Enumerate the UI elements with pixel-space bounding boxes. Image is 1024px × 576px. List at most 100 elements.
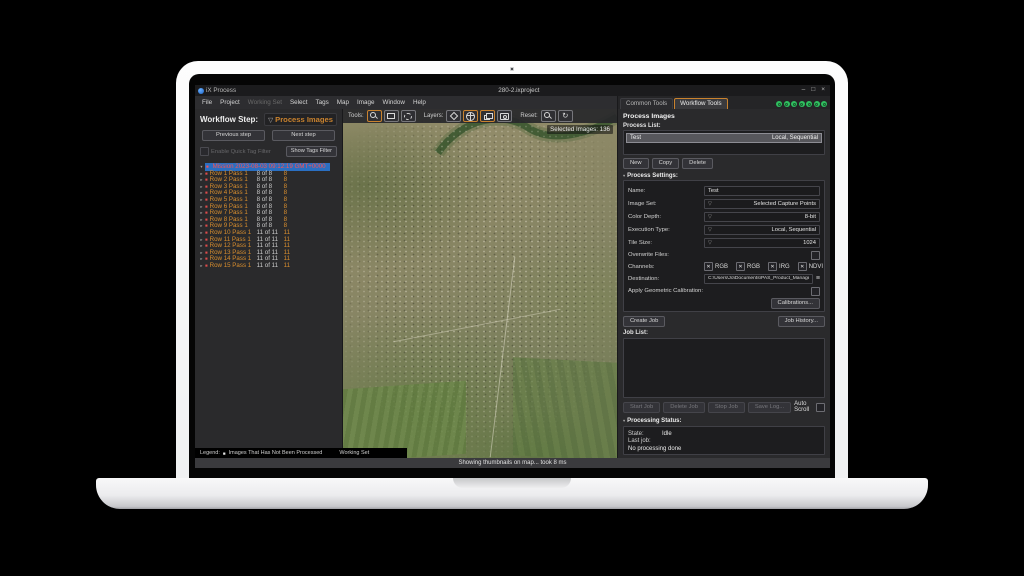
magnifier-icon: [544, 112, 552, 120]
image-set-label: Image Set:: [628, 201, 704, 207]
menu-item[interactable]: Help: [409, 98, 430, 107]
menu-item[interactable]: Window: [379, 98, 409, 107]
menu-item[interactable]: Project: [216, 98, 244, 107]
processing-status-header[interactable]: ▾ Processing Status:: [623, 418, 825, 424]
channel-checkbox[interactable]: ✕: [768, 262, 777, 271]
expand-icon[interactable]: ▸: [198, 231, 205, 235]
expand-icon[interactable]: ▸: [198, 251, 205, 255]
tab-workflow-tools[interactable]: Workflow Tools: [674, 98, 727, 109]
status-green-icon[interactable]: [791, 101, 797, 107]
workflow-step-label: Workflow Step:: [200, 115, 258, 124]
state-label: State:: [628, 431, 662, 437]
expand-icon[interactable]: ▸: [198, 244, 205, 248]
status-green-icon[interactable]: [814, 101, 820, 107]
menu-item[interactable]: Working Set: [244, 98, 286, 107]
status-green-icon[interactable]: [799, 101, 805, 107]
workflow-step-value[interactable]: ▽ Process Images: [264, 113, 337, 126]
status-green-icon[interactable]: [821, 101, 827, 107]
destination-input[interactable]: C:\Users\Jo\Documents\PAS_Product_Manage…: [704, 274, 813, 285]
job-buttons: Start JobDelete JobStop JobSave Log...: [623, 402, 791, 413]
tags-layer-button[interactable]: [446, 110, 461, 122]
reset-view-button[interactable]: ↻: [558, 110, 573, 122]
execution-type-dropdown[interactable]: ▽ Local, Sequential: [704, 225, 820, 236]
status-green-icon[interactable]: [806, 101, 812, 107]
expand-icon[interactable]: ▸: [198, 198, 205, 202]
browse-icon[interactable]: ≡: [816, 275, 820, 282]
tile-size-dropdown[interactable]: ▽ 1024: [704, 238, 820, 249]
job-control-button[interactable]: Save Log...: [748, 402, 791, 413]
overwrite-files-checkbox[interactable]: [811, 251, 820, 260]
capture-points-layer-button[interactable]: [497, 110, 512, 122]
status-green-icon[interactable]: [776, 101, 782, 107]
expand-icon[interactable]: ▸: [198, 205, 205, 209]
expand-icon[interactable]: ▸: [198, 185, 205, 189]
menu-item[interactable]: Image: [353, 98, 379, 107]
geometric-calibration-checkbox[interactable]: [811, 287, 820, 296]
app-window: iX Process 280-2.ixproject – □ × FilePro…: [195, 85, 830, 468]
menu-item[interactable]: Select: [286, 98, 312, 107]
status-icons: [773, 101, 830, 109]
thumbnails-layer-button[interactable]: [480, 110, 495, 122]
delete-button[interactable]: Delete: [682, 158, 713, 169]
image-tree[interactable]: ▾ ■ Mission 2023-08-03 09:12:19 GMT+0000…: [198, 163, 340, 458]
expand-icon[interactable]: ▸: [198, 191, 205, 195]
job-list[interactable]: [623, 338, 825, 398]
expand-icon[interactable]: ▸: [198, 224, 205, 228]
job-history-button[interactable]: Job History...: [778, 316, 825, 327]
copy-button[interactable]: Copy: [652, 158, 680, 169]
status-green-icon[interactable]: [784, 101, 790, 107]
title-bar[interactable]: iX Process 280-2.ixproject – □ ×: [195, 85, 830, 96]
workflow-tools-panel: Process Images Process List: Test Local,…: [617, 109, 830, 458]
new-button[interactable]: New: [623, 158, 649, 169]
create-job-button[interactable]: Create Job: [623, 316, 665, 327]
rectangle-select-tool-button[interactable]: [384, 110, 399, 122]
process-list[interactable]: Test Local, Sequential: [623, 130, 825, 155]
next-step-button[interactable]: Next step: [272, 130, 335, 141]
farm-fields-left: [343, 380, 466, 458]
quick-tag-filter-checkbox[interactable]: [200, 147, 209, 156]
tag-icon: [450, 112, 458, 120]
expand-icon[interactable]: ▸: [198, 172, 205, 176]
reset-zoom-button[interactable]: [541, 110, 556, 122]
menu-item[interactable]: File: [198, 98, 216, 107]
process-list-item[interactable]: Test Local, Sequential: [626, 133, 822, 143]
channel-checkbox[interactable]: ✕: [798, 262, 807, 271]
expand-icon[interactable]: ▸: [198, 238, 205, 242]
close-button[interactable]: ×: [821, 87, 825, 94]
lasso-select-tool-button[interactable]: [401, 110, 416, 122]
name-input[interactable]: Test: [704, 186, 820, 197]
job-control-button[interactable]: Stop Job: [708, 402, 745, 413]
channel-checkbox[interactable]: ✕: [704, 262, 713, 271]
image-set-setting-row: Image Set: ▽ Selected Capture Points: [628, 199, 820, 210]
minimize-button[interactable]: –: [802, 87, 806, 94]
channel-checkbox[interactable]: ✕: [736, 262, 745, 271]
show-tags-filter-button[interactable]: Show Tags Filter: [286, 146, 337, 157]
process-settings-header[interactable]: ▾ Process Settings:: [623, 173, 825, 179]
reset-icon: ↻: [562, 112, 568, 120]
tab-common-tools[interactable]: Common Tools: [620, 98, 673, 109]
map-viewport[interactable]: Tools: Layers: Reset: ↻ Selected Images:…: [343, 109, 617, 458]
basemap-layer-button[interactable]: [463, 110, 478, 122]
job-control-button[interactable]: Delete Job: [663, 402, 705, 413]
legend-square-icon: ■: [223, 451, 226, 456]
previous-step-button[interactable]: Previous step: [202, 130, 265, 141]
expand-icon[interactable]: ▸: [198, 264, 205, 268]
calibrations-button[interactable]: Calibrations...: [771, 298, 820, 309]
maximize-button[interactable]: □: [811, 87, 815, 94]
collapse-icon[interactable]: ▾: [198, 165, 205, 169]
row-marker-icon: ■: [205, 238, 208, 242]
expand-icon[interactable]: ▸: [198, 257, 205, 261]
job-control-button[interactable]: Start Job: [623, 402, 660, 413]
image-set-dropdown[interactable]: ▽ Selected Capture Points: [704, 199, 820, 210]
row-marker-icon: ■: [205, 185, 208, 189]
funnel-icon: ▽: [708, 240, 712, 246]
menu-item[interactable]: Tags: [311, 98, 332, 107]
tree-row[interactable]: ▸ ■ Row 15 Pass 1 11 of 11 11: [198, 263, 340, 270]
expand-icon[interactable]: ▸: [198, 218, 205, 222]
zoom-select-tool-button[interactable]: [367, 110, 382, 122]
expand-icon[interactable]: ▸: [198, 211, 205, 215]
menu-item[interactable]: Map: [333, 98, 353, 107]
auto-scroll-checkbox[interactable]: [816, 403, 825, 412]
color-depth-dropdown[interactable]: ▽ 8-bit: [704, 212, 820, 223]
expand-icon[interactable]: ▸: [198, 178, 205, 182]
